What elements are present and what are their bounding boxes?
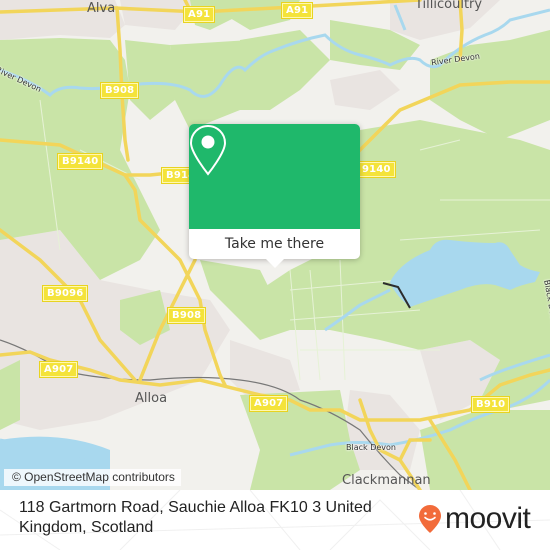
popup-tail [266, 259, 284, 268]
road-label-b908-north: B908 [99, 82, 140, 99]
road-label-b9140-east: 9140 [357, 161, 396, 178]
road-label-b9140-west: B9140 [56, 153, 104, 170]
moovit-pin-icon [419, 505, 441, 533]
map-pin-icon [189, 124, 227, 176]
road-label-a907-east: A907 [248, 395, 289, 412]
place-label-clackmannan: Clackmannan [342, 473, 431, 488]
place-label-tillicoultry: Tillicoultry [415, 0, 483, 12]
place-label-alva: Alva [87, 1, 116, 16]
road-label-b910: B910 [470, 396, 511, 413]
river-label-black-devon: Black Devon [346, 443, 396, 452]
map-view[interactable]: Alva Tillicoultry Alloa Clackmannan A91 … [0, 0, 550, 490]
address-text: 118 Gartmorn Road, Sauchie Alloa FK10 3 … [19, 499, 372, 536]
footer: 118 Gartmorn Road, Sauchie Alloa FK10 3 … [0, 490, 550, 550]
road-label-b9096: B9096 [41, 285, 89, 302]
map-attribution[interactable]: © OpenStreetMap contributors [4, 469, 181, 486]
road-label-b908-south: B908 [166, 307, 207, 324]
road-label-a91-west: A91 [182, 6, 216, 23]
popup-header [189, 124, 360, 229]
road-label-a907-west: A907 [38, 361, 79, 378]
moovit-logo[interactable]: moovit [418, 502, 531, 535]
place-label-alloa: Alloa [135, 391, 168, 406]
location-popup: Take me there [189, 124, 360, 268]
road-label-a91-east: A91 [280, 2, 314, 19]
take-me-there-button[interactable]: Take me there [189, 229, 360, 259]
moovit-logo-text: moovit [445, 502, 531, 535]
